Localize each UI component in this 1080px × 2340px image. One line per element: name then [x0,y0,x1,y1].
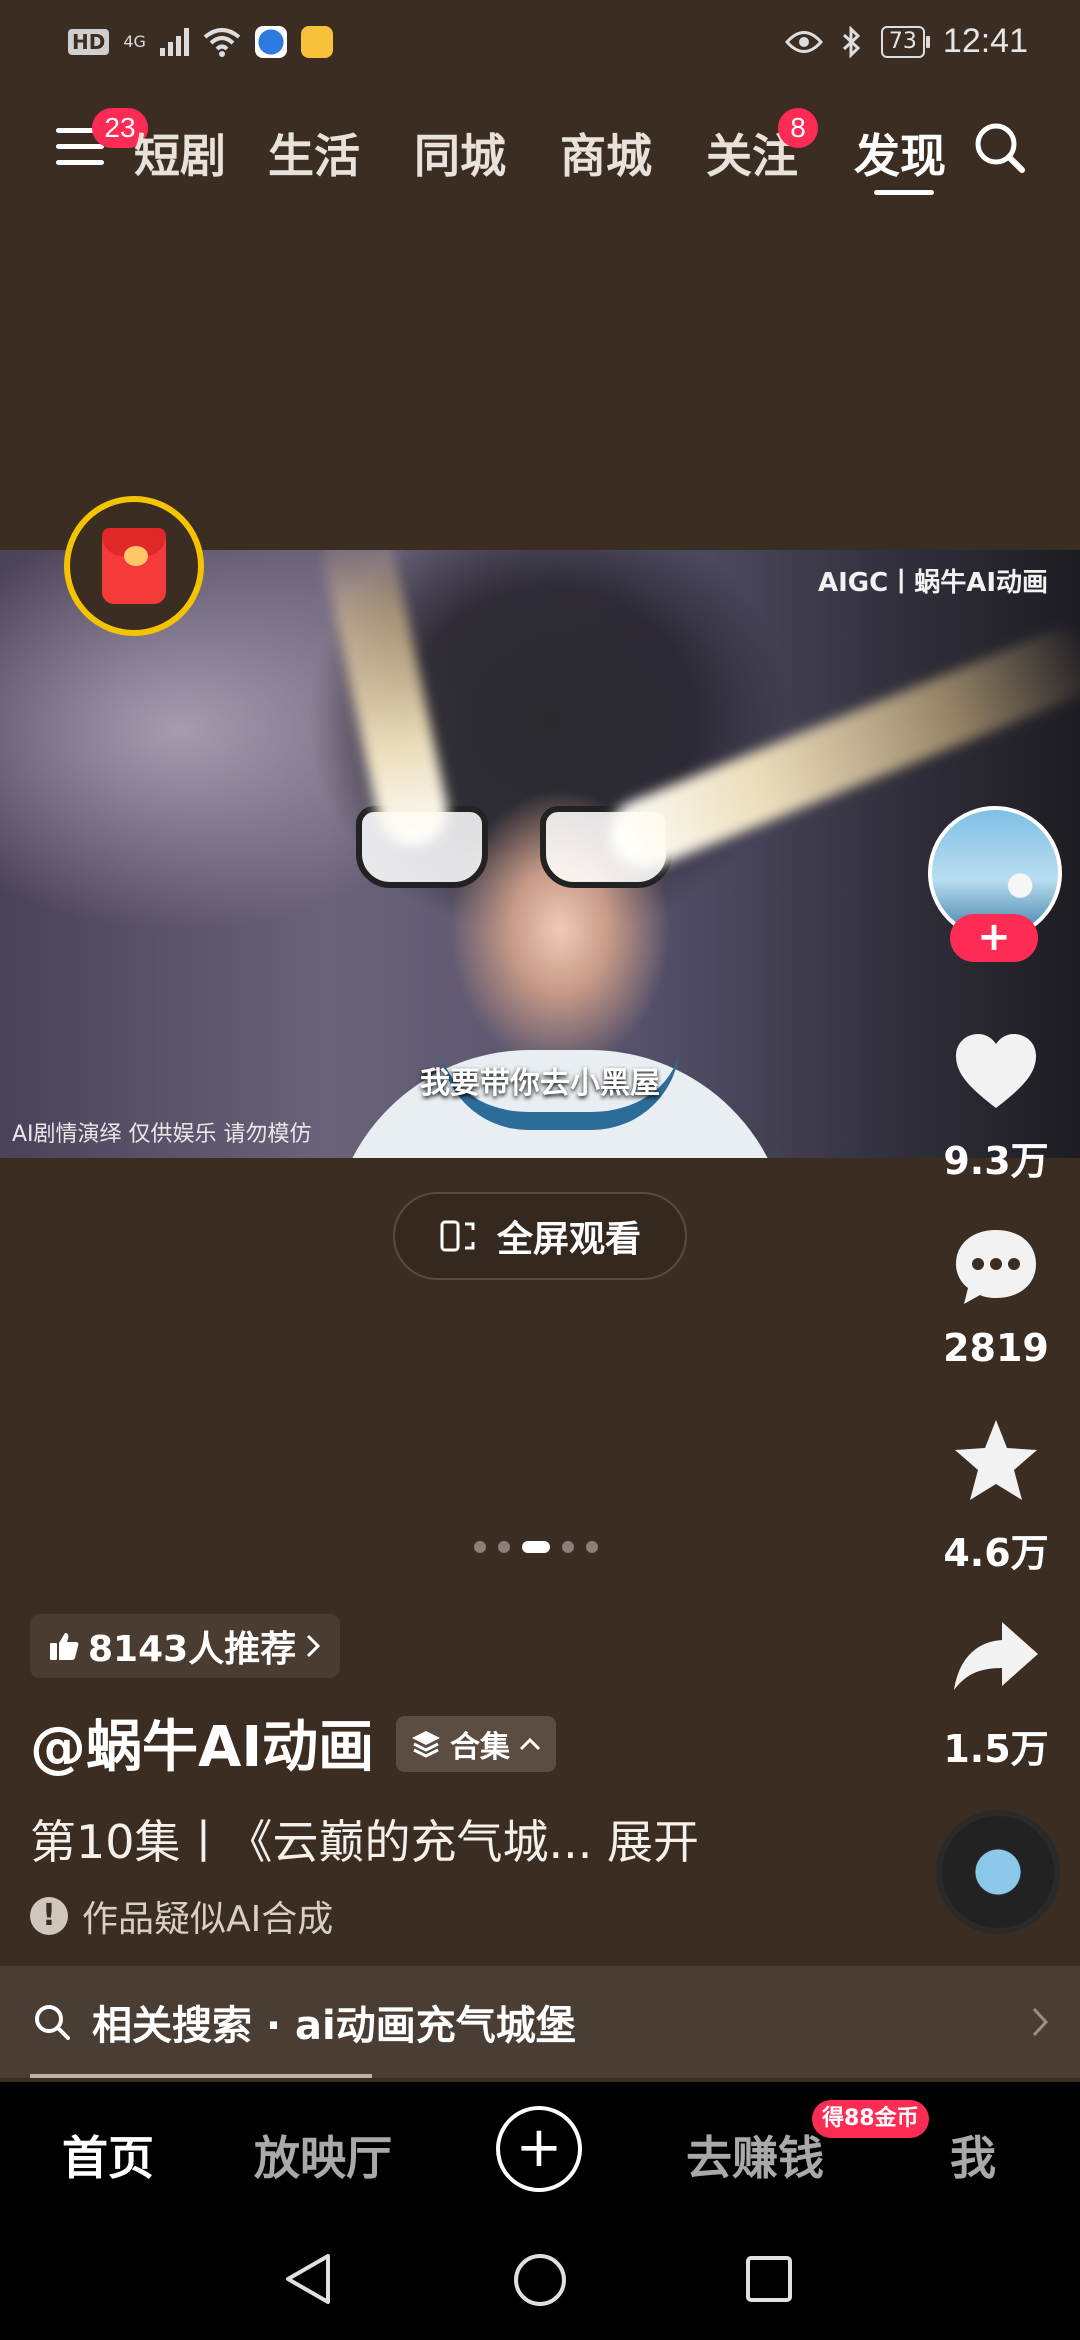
comment-icon[interactable] [950,1222,1042,1314]
nav-earn[interactable]: 去赚钱 [686,2122,824,2188]
share-arrow-icon[interactable] [950,1612,1042,1704]
home-circle-icon[interactable] [512,2252,568,2308]
chevron-up-icon [519,1737,541,1751]
status-left-icons: HD 4G [68,26,333,58]
collection-tag[interactable]: 合集 [396,1716,556,1772]
system-nav-bar [0,2212,1080,2340]
notification-app-icon [300,26,333,58]
eye-icon [784,30,823,53]
red-envelope-icon [102,528,166,604]
earn-badge: 得88金币 [812,2100,929,2138]
status-right-icons: 73 12:41 [784,22,1028,61]
recommend-chip[interactable]: 8143人推荐 [30,1614,341,1678]
carousel-dot [522,1541,550,1553]
related-search-bar[interactable]: 相关搜索 · ai动画充气城堡 [0,1966,1080,2078]
tab-mall[interactable]: 商城 [560,120,652,186]
video-disclaimer: AI剧情演绎 仅供娱乐 请勿模仿 [12,1122,312,1147]
clock: 12:41 [942,22,1028,60]
favorite-count: 4.6万 [943,1531,1049,1575]
wifi-icon [203,28,241,57]
tab-local[interactable]: 同城 [414,120,506,186]
music-disc[interactable] [936,1810,1060,1934]
carousel-dot [474,1541,486,1553]
chevron-right-icon [1032,2007,1049,2037]
carousel-dot [562,1541,574,1553]
author-name[interactable]: @蜗牛AI动画 [30,1702,374,1783]
video-light-beam-left [317,550,455,853]
recents-square-icon[interactable] [744,2254,794,2304]
layers-icon [412,1731,440,1758]
active-tab-indicator [874,190,934,195]
comment-count: 2819 [943,1326,1049,1370]
nav-home[interactable]: 首页 [62,2122,154,2188]
video-progress-bar[interactable] [30,2074,372,2078]
nav-theater[interactable]: 放映厅 [254,2122,392,2188]
like-count: 9.3万 [943,1139,1049,1183]
bluetooth-icon [842,25,861,58]
coin-icon [124,546,148,566]
tab-short-drama[interactable]: 短剧 [134,120,226,186]
rotate-screen-icon [440,1220,475,1252]
nav-me[interactable]: 我 [950,2122,996,2188]
following-badge: 8 [778,108,818,148]
back-icon[interactable] [282,2252,334,2306]
video-player[interactable]: AIGC丨蜗牛AI动画 我要带你去小黑屋 AI剧情演绎 仅供娱乐 请勿模仿 [0,550,1080,1158]
red-packet-button[interactable] [64,496,204,636]
thumbs-up-icon [50,1633,79,1660]
ai-content-note: ! 作品疑似AI合成 [30,1890,333,1942]
browser-app-icon [254,26,287,58]
fullscreen-label: 全屏观看 [496,1219,641,1260]
carousel-dot [498,1541,510,1553]
tab-discover[interactable]: 发现 [854,120,946,186]
video-watermark: AIGC丨蜗牛AI动画 [817,568,1048,598]
related-search-text: 相关搜索 · ai动画充气城堡 [92,2003,576,2049]
search-small-icon [35,2005,70,2040]
share-count: 1.5万 [943,1727,1049,1771]
recommend-count: 8143人推荐 [88,1629,297,1670]
search-icon[interactable] [972,120,1028,176]
carousel-indicator [474,1541,598,1553]
fullscreen-button[interactable]: 全屏观看 [393,1192,687,1280]
like-heart-icon[interactable] [950,1026,1042,1118]
warning-icon: ! [30,1897,68,1935]
favorite-star-icon[interactable] [950,1416,1042,1508]
video-description[interactable]: 第10集丨《云巅的充气城... 展开 [30,1806,699,1872]
follow-button[interactable]: + [950,914,1038,962]
battery-icon: 73 [880,25,930,58]
network-type: 4G [123,32,146,51]
carousel-dot [586,1541,598,1553]
create-plus-button[interactable]: + [496,2106,582,2192]
status-bar: HD 4G 73 12:41 [0,0,1080,90]
chevron-right-icon [307,1634,321,1658]
video-subtitle: 我要带你去小黑屋 [420,1066,660,1101]
signal-icon [159,28,189,56]
collection-label: 合集 [450,1730,510,1765]
tab-life[interactable]: 生活 [268,120,360,186]
hd-indicator: HD [68,29,110,55]
ai-note-text: 作品疑似AI合成 [82,1899,334,1940]
